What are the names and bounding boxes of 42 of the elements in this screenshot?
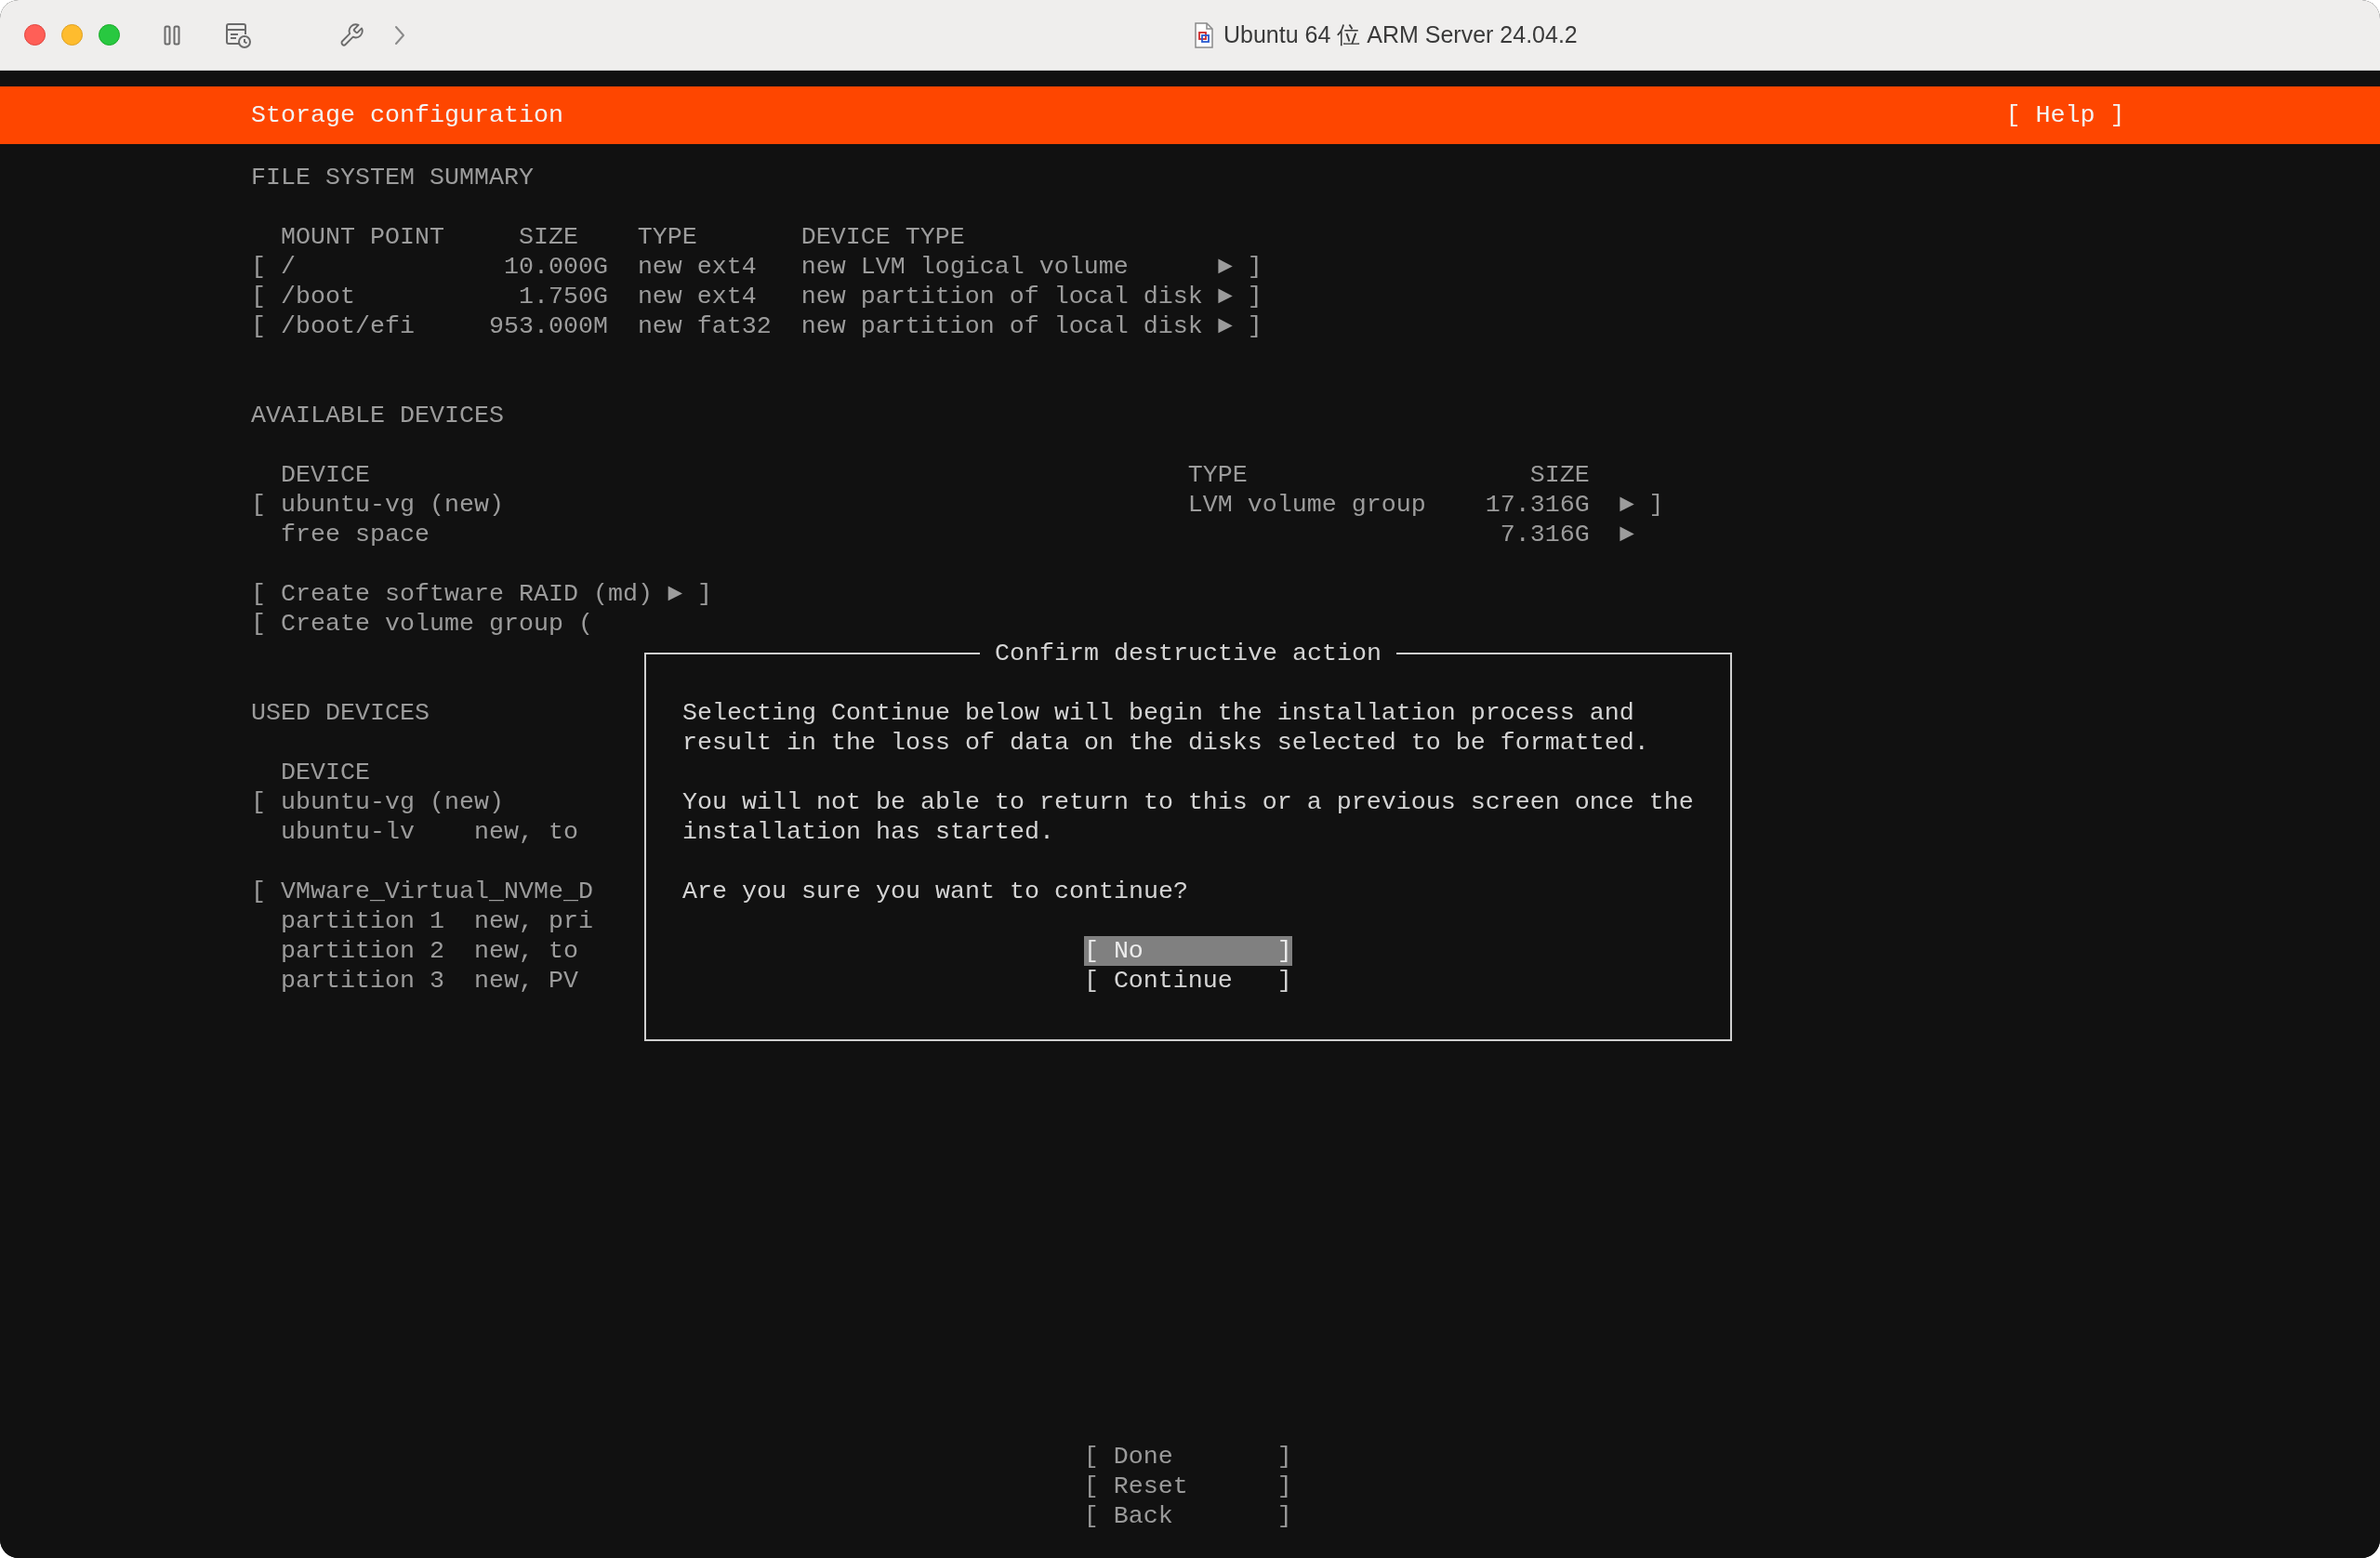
section-heading: AVAILABLE DEVICES — [251, 400, 504, 430]
close-icon[interactable] — [24, 24, 46, 46]
back-button[interactable]: [ Back ] — [1083, 1500, 1292, 1531]
device-row[interactable]: free space 7.316G ► — [281, 519, 1634, 549]
section-heading: USED DEVICES — [251, 697, 430, 728]
minimize-icon[interactable] — [61, 24, 83, 46]
done-button[interactable]: [ Done ] — [1083, 1441, 1292, 1472]
filesystem-row[interactable]: [ /boot 1.750G new ext4 new partition of local disk ► ] — [251, 281, 1263, 311]
device-row: ubuntu-lv new, to — [281, 816, 578, 847]
column-header: DEVICE TYPE — [800, 222, 965, 251]
column-header: DEVICE — [281, 758, 370, 786]
reset-button[interactable]: [ Reset ] — [1083, 1471, 1292, 1501]
window-clock-icon[interactable] — [225, 21, 251, 48]
dialog-text: Are you sure you want to continue? — [682, 876, 1189, 906]
device-row[interactable]: [ VMware_Virtual_NVMe_D — [251, 876, 593, 906]
action-row[interactable]: [ Create volume group ( — [251, 608, 593, 639]
device-row: partition 3 new, PV — [281, 965, 578, 996]
section-heading: FILE SYSTEM SUMMARY — [251, 162, 534, 192]
window-title: Ubuntu 64 位 ARM Server 24.04.2 — [1223, 20, 1578, 49]
device-row[interactable]: [ ubuntu-vg (new) LVM volume group 17.316G ► ] — [251, 489, 1664, 520]
column-header: SIZE — [1529, 460, 1590, 489]
dialog-title: Confirm destructive action — [995, 639, 1382, 667]
column-header: SIZE — [518, 222, 578, 251]
screen-title: Storage configuration — [251, 101, 563, 129]
column-header: TYPE — [1187, 460, 1248, 489]
dialog-text: Selecting Continue below will begin the installation process and result in the loss of data on the disks selected to be formatted. — [682, 697, 1650, 758]
column-header: DEVICE — [281, 460, 370, 489]
filesystem-row[interactable]: [ /boot/efi 953.000M new fat32 new partition of local disk ► ] — [251, 310, 1263, 341]
document-icon — [1194, 21, 1214, 48]
wrench-icon[interactable] — [338, 21, 364, 48]
device-row: partition 2 new, to — [281, 935, 578, 966]
chevron-right-icon[interactable] — [394, 24, 405, 46]
continue-button[interactable]: [ Continue ] — [1083, 965, 1292, 996]
action-row[interactable]: [ Create software RAID (md) ► ] — [251, 578, 712, 609]
device-row: partition 1 new, pri — [281, 905, 593, 936]
filesystem-row[interactable]: [ / 10.000G new ext4 new LVM logical volume ► ] — [251, 251, 1263, 282]
maximize-icon[interactable] — [99, 24, 120, 46]
column-header: TYPE — [637, 222, 697, 251]
column-header: MOUNT POINT — [281, 222, 444, 251]
pause-icon[interactable] — [164, 24, 180, 46]
device-row[interactable]: [ ubuntu-vg (new) — [251, 786, 504, 817]
dialog-text: You will not be able to return to this or a previous screen once the installation has started. — [682, 786, 1695, 847]
